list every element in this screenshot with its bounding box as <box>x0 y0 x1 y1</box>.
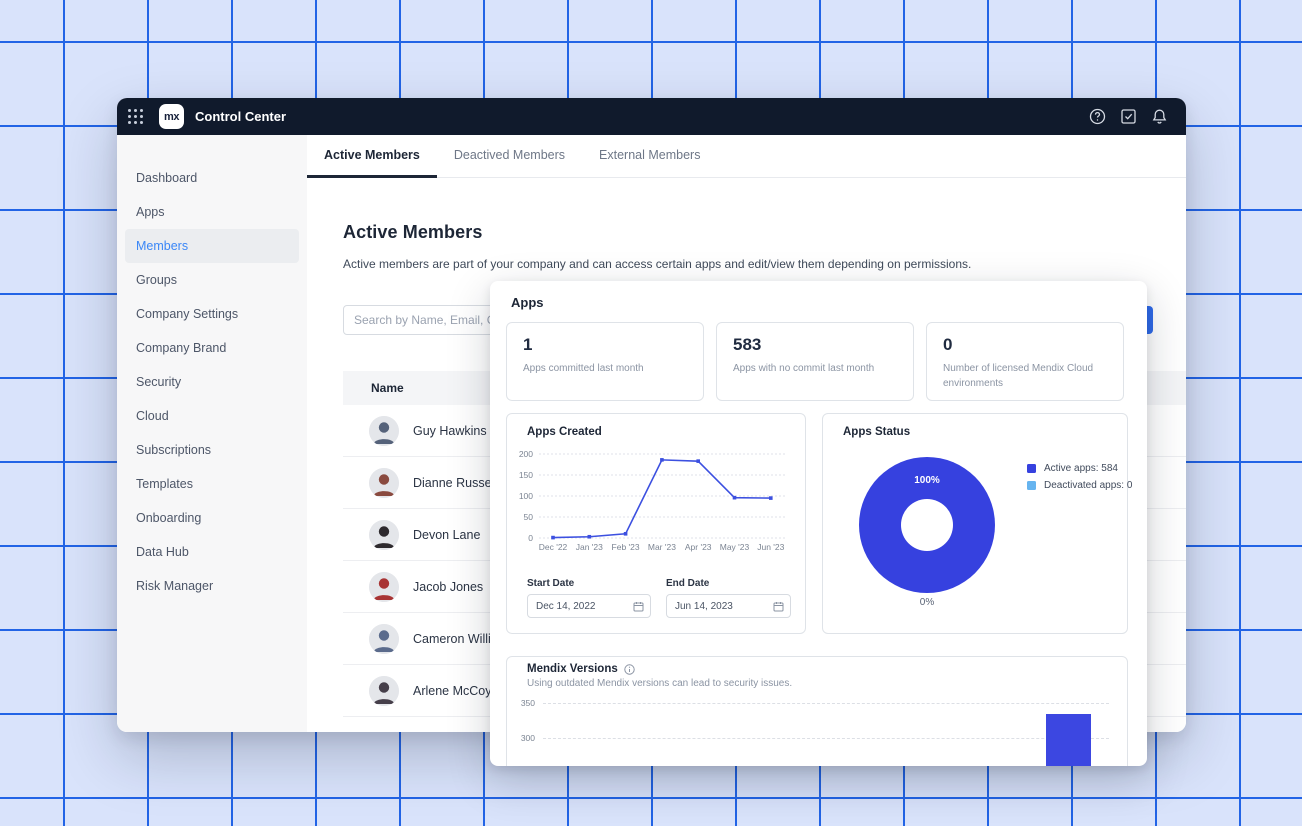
tab-deactived-members[interactable]: Deactived Members <box>437 135 582 178</box>
stat-value: 1 <box>523 335 687 355</box>
member-name: Devon Lane <box>413 528 480 542</box>
member-name: Guy Hawkins <box>413 424 487 438</box>
legend-swatch-icon <box>1027 481 1036 490</box>
svg-text:200: 200 <box>519 449 533 459</box>
sidebar-item-cloud[interactable]: Cloud <box>117 399 307 433</box>
apps-status-legend: Active apps: 584 Deactivated apps: 0 <box>1027 463 1132 497</box>
app-header: mx Control Center <box>117 98 1186 135</box>
svg-text:May '23: May '23 <box>720 542 750 552</box>
page-description: Active members are part of your company … <box>343 257 1186 271</box>
svg-text:Jan '23: Jan '23 <box>576 542 603 552</box>
apps-created-line-chart: 0 50 100 150 200 Dec '22 Jan '23 Feb '23 Mar '23… <box>517 444 797 562</box>
mendix-versions-card: Mendix Versions Using outdated Mendix ve… <box>506 656 1128 766</box>
version-bar[interactable] <box>1046 714 1091 767</box>
apps-status-title: Apps Status <box>843 426 910 438</box>
stat-value: 583 <box>733 335 897 355</box>
y-tick-label: 300 <box>507 733 535 743</box>
legend-swatch-icon <box>1027 464 1036 473</box>
stat-card: 0 Number of licensed Mendix Cloud environ… <box>926 322 1124 401</box>
sidebar-item-company-brand[interactable]: Company Brand <box>117 331 307 365</box>
sidebar-item-dashboard[interactable]: Dashboard <box>117 161 307 195</box>
member-name: Dianne Russell <box>413 476 497 490</box>
svg-text:Dec '22: Dec '22 <box>539 542 568 552</box>
stat-value: 0 <box>943 335 1107 355</box>
legend-label: Deactivated apps: 0 <box>1044 480 1132 491</box>
stat-label: Number of licensed Mendix Cloud environm… <box>943 361 1107 391</box>
avatar <box>369 468 399 498</box>
apps-created-title: Apps Created <box>527 426 602 438</box>
sidebar-item-data-hub[interactable]: Data Hub <box>117 535 307 569</box>
sidebar-item-subscriptions[interactable]: Subscriptions <box>117 433 307 467</box>
sidebar-item-company-settings[interactable]: Company Settings <box>117 297 307 331</box>
members-tabbar: Active MembersDeactived MembersExternal … <box>307 135 1186 178</box>
stat-card: 583 Apps with no commit last month <box>716 322 914 401</box>
donut-zero-label: 0% <box>859 597 995 608</box>
tab-active-members[interactable]: Active Members <box>307 135 437 178</box>
sidebar-item-templates[interactable]: Templates <box>117 467 307 501</box>
legend-item: Active apps: 584 <box>1027 463 1132 474</box>
start-date-input[interactable] <box>527 594 651 618</box>
stat-label: Apps with no commit last month <box>733 361 897 376</box>
y-tick-label: 350 <box>507 698 535 708</box>
sidebar-nav: DashboardAppsMembersGroupsCompany Settin… <box>117 135 307 732</box>
avatar <box>369 676 399 706</box>
sidebar-item-apps[interactable]: Apps <box>117 195 307 229</box>
mendix-logo: mx <box>159 104 184 129</box>
svg-text:150: 150 <box>519 470 533 480</box>
svg-text:50: 50 <box>524 512 534 522</box>
end-date-label: End Date <box>666 578 709 589</box>
legend-item: Deactivated apps: 0 <box>1027 480 1132 491</box>
sidebar-item-risk-manager[interactable]: Risk Manager <box>117 569 307 603</box>
sidebar-item-onboarding[interactable]: Onboarding <box>117 501 307 535</box>
info-icon[interactable] <box>624 664 635 675</box>
desktop-background: mx Control Center <box>0 0 1302 826</box>
avatar <box>369 572 399 602</box>
sidebar-item-groups[interactable]: Groups <box>117 263 307 297</box>
mendix-versions-subtitle: Using outdated Mendix versions can lead … <box>527 678 792 689</box>
apps-overlay-card: Apps 1 Apps committed last month 583 Apps w… <box>490 281 1147 766</box>
apps-stats-row: 1 Apps committed last month 583 Apps with n… <box>506 322 1124 401</box>
svg-text:0: 0 <box>528 533 533 543</box>
sidebar-item-security[interactable]: Security <box>117 365 307 399</box>
member-name: Arlene McCoy <box>413 684 492 698</box>
end-date-input[interactable] <box>666 594 791 618</box>
help-icon[interactable] <box>1089 108 1106 125</box>
stat-label: Apps committed last month <box>523 361 687 376</box>
avatar <box>369 520 399 550</box>
stat-card: 1 Apps committed last month <box>506 322 704 401</box>
header-actions <box>1089 108 1168 125</box>
svg-text:Jun '23: Jun '23 <box>757 542 784 552</box>
sidebar-item-members[interactable]: Members <box>125 229 299 263</box>
svg-text:100: 100 <box>519 491 533 501</box>
tab-external-members[interactable]: External Members <box>582 135 717 178</box>
apps-status-card: Apps Status 100% 0% Active apps: 584Deac… <box>822 413 1128 634</box>
notifications-bell-icon[interactable] <box>1151 108 1168 125</box>
svg-text:Mar '23: Mar '23 <box>648 542 676 552</box>
tasks-icon[interactable] <box>1120 108 1137 125</box>
avatar <box>369 624 399 654</box>
svg-text:Apr '23: Apr '23 <box>685 542 712 552</box>
avatar <box>369 416 399 446</box>
overlay-title: Apps <box>511 295 544 310</box>
svg-text:Feb '23: Feb '23 <box>612 542 640 552</box>
donut-pct-label: 100% <box>859 475 995 486</box>
page-title: Active Members <box>343 222 1186 243</box>
member-name: Jacob Jones <box>413 580 483 594</box>
apps-created-card: Apps Created 0 50 100 150 200 Dec '22 Jan '23 F… <box>506 413 806 634</box>
mendix-versions-title: Mendix Versions <box>527 663 618 675</box>
app-title: Control Center <box>195 109 286 124</box>
legend-label: Active apps: 584 <box>1044 463 1118 474</box>
start-date-label: Start Date <box>527 578 574 589</box>
app-switcher-icon[interactable] <box>128 109 144 125</box>
apps-charts-row: Apps Created 0 50 100 150 200 Dec '22 Jan '23 F… <box>506 413 1128 634</box>
apps-status-donut: 100% <box>859 457 995 593</box>
